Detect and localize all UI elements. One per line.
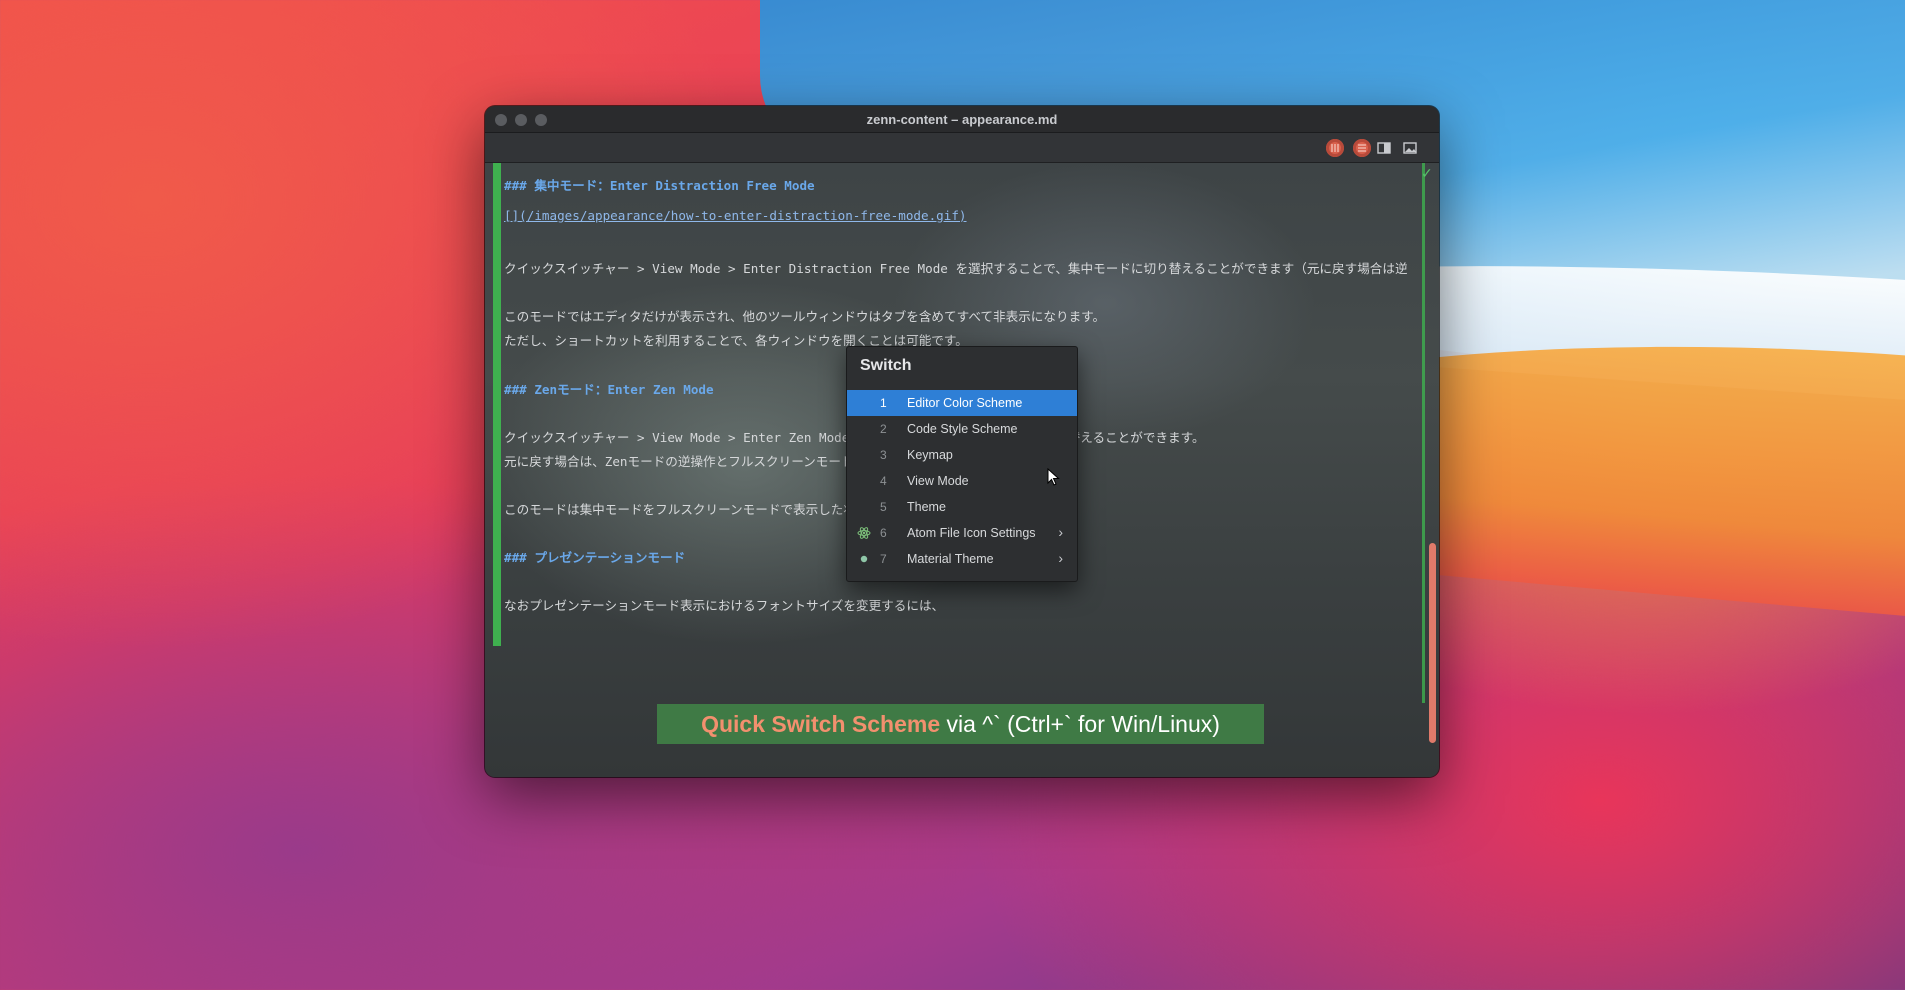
item-label: Atom File Icon Settings: [907, 526, 1036, 540]
item-number: 3: [880, 448, 887, 462]
editor-line[interactable]: このモードではエディタだけが表示され、他のツールウィンドウはタブを含めてすべて非…: [504, 306, 1105, 325]
change-gutter-marker: [493, 163, 501, 646]
item-number: 1: [880, 396, 887, 410]
switch-item-material-theme[interactable]: 7 Material Theme ›: [847, 546, 1077, 572]
submenu-arrow-icon: ›: [1058, 550, 1063, 566]
window-title: zenn-content – appearance.md: [866, 112, 1058, 127]
editor-only-icon[interactable]: [1353, 139, 1371, 157]
editor-line[interactable]: なおプレゼンテーションモード表示におけるフォントサイズを変更するには、: [504, 595, 944, 614]
item-number: 7: [880, 552, 887, 566]
item-label: Code Style Scheme: [907, 422, 1018, 436]
item-number: 6: [880, 526, 887, 540]
banner-accent-text: Quick Switch Scheme: [701, 711, 941, 737]
item-label: Material Theme: [907, 552, 994, 566]
switch-item-atom-file-icon-settings[interactable]: 6 Atom File Icon Settings ›: [847, 520, 1077, 546]
preview-only-icon[interactable]: [1403, 141, 1417, 155]
check-icon: ✓: [1421, 165, 1433, 181]
editor-line[interactable]: このモードは集中モードをフルスクリーンモードで表示した状態です。: [504, 499, 905, 518]
split-view-icon[interactable]: [1377, 141, 1391, 155]
switch-item-code-style-scheme[interactable]: 2 Code Style Scheme: [847, 416, 1077, 442]
editor-line[interactable]: ### プレゼンテーションモード: [504, 547, 685, 566]
editor-toolbar: [485, 133, 1439, 163]
preview-split-icon[interactable]: [1326, 139, 1344, 157]
right-margin-marker: [1422, 163, 1425, 703]
item-number: 4: [880, 474, 887, 488]
material-dot-icon: [857, 552, 871, 566]
switch-item-view-mode[interactable]: 4 View Mode: [847, 468, 1077, 494]
item-label: Theme: [907, 500, 946, 514]
editor-line[interactable]: [](/images/appearance/how-to-enter-distr…: [504, 208, 967, 223]
item-number: 2: [880, 422, 887, 436]
banner-text: via ^` (Ctrl+` for Win/Linux): [940, 711, 1220, 737]
mouse-pointer-icon: [1047, 467, 1061, 493]
editor-line[interactable]: ### 集中モード：Enter Distraction Free Mode: [504, 175, 815, 194]
switch-item-keymap[interactable]: 3 Keymap: [847, 442, 1077, 468]
quick-switch-popup: Switch 1 Editor Color Scheme 2 Code Styl…: [846, 346, 1078, 582]
item-label: Editor Color Scheme: [907, 396, 1023, 410]
vertical-scrollbar[interactable]: [1429, 543, 1436, 743]
atom-icon: [857, 526, 871, 540]
switch-item-theme[interactable]: 5 Theme: [847, 494, 1077, 520]
item-label: Keymap: [907, 448, 953, 462]
title-bar: zenn-content – appearance.md: [485, 106, 1439, 133]
switch-item-editor-color-scheme[interactable]: 1 Editor Color Scheme: [847, 390, 1077, 416]
editor-line[interactable]: クイックスイッチャー > View Mode > Enter Distracti…: [504, 258, 1408, 277]
item-number: 5: [880, 500, 887, 514]
submenu-arrow-icon: ›: [1058, 524, 1063, 540]
item-label: View Mode: [907, 474, 969, 488]
popup-title: Switch: [860, 357, 912, 374]
caption-banner: Quick Switch Scheme via ^` (Ctrl+` for W…: [657, 704, 1264, 744]
editor-line[interactable]: ### Zenモード：Enter Zen Mode: [504, 379, 714, 398]
